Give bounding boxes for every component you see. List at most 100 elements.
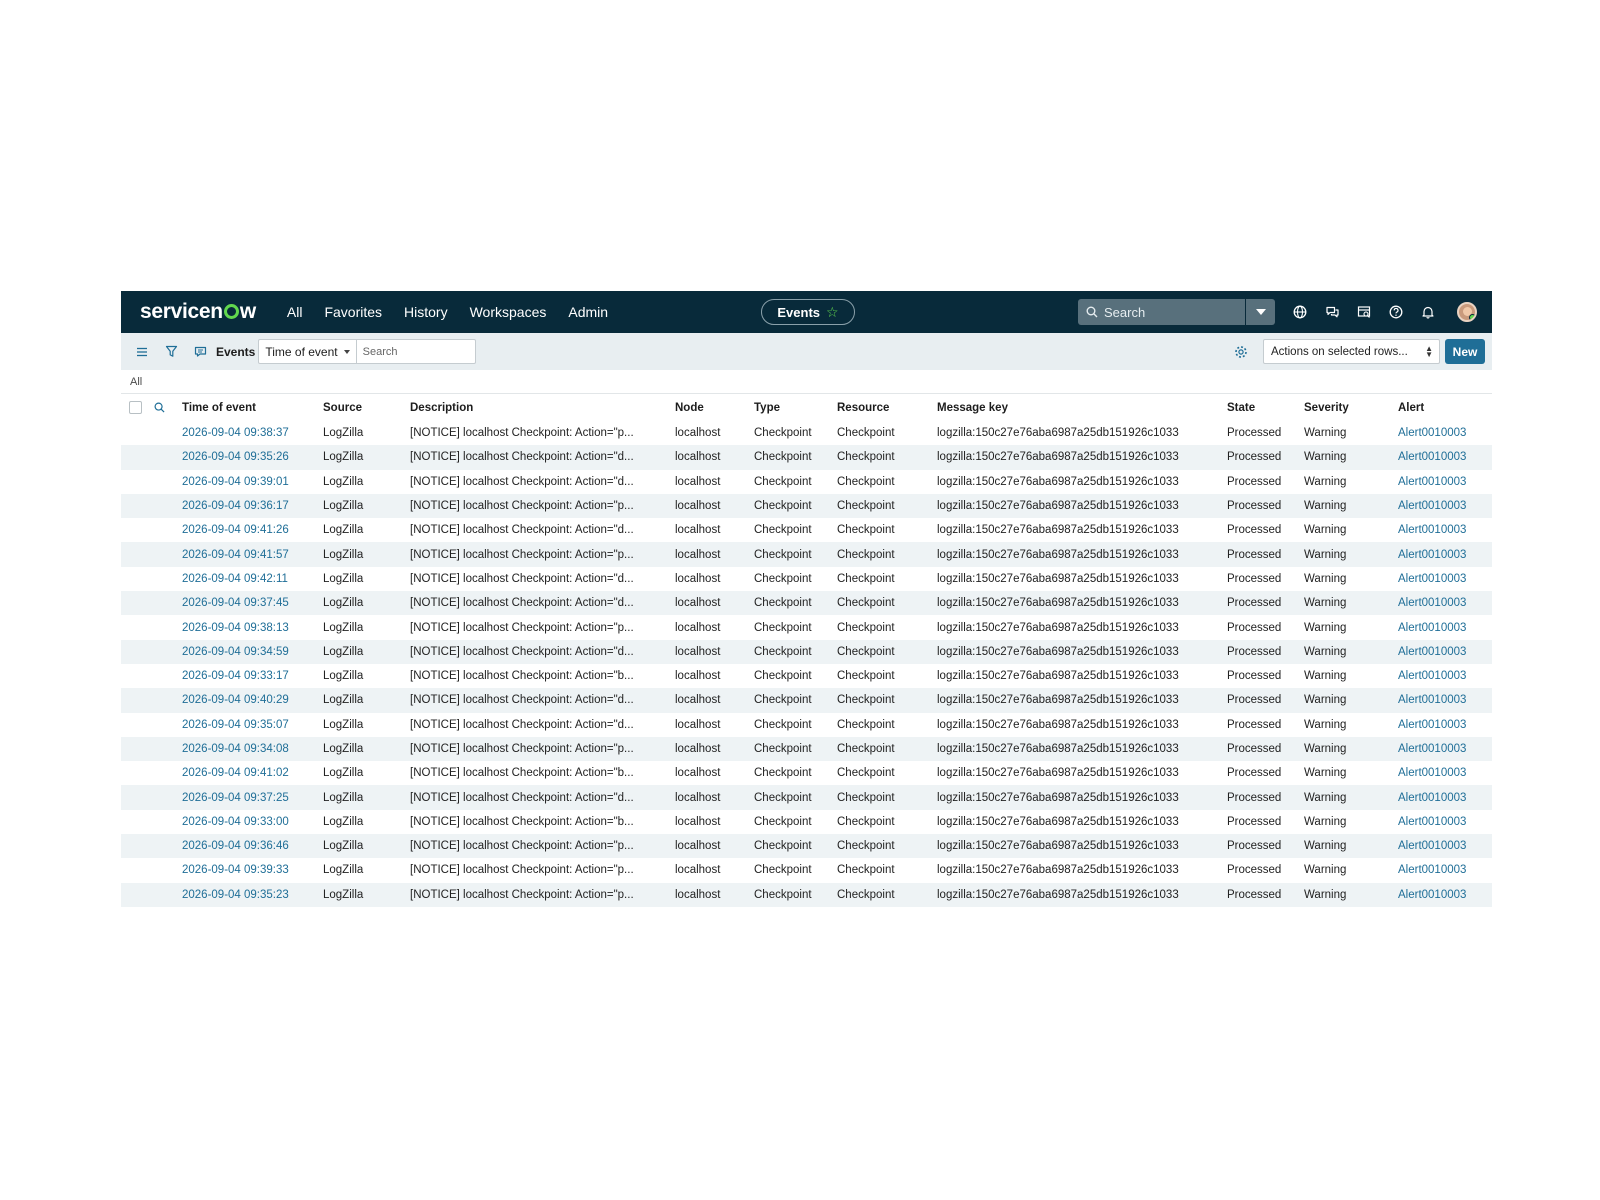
table-row[interactable]: 2026-09-04 09:35:26 LogZilla [NOTICE] loca… — [121, 445, 1492, 470]
column-header-alert[interactable]: Alert — [1398, 394, 1492, 421]
nav-workspaces[interactable]: Workspaces — [470, 304, 547, 320]
column-header-message-key[interactable]: Message key — [937, 394, 1227, 421]
cell-alert[interactable]: Alert0010003 — [1398, 470, 1492, 494]
cell-alert[interactable]: Alert0010003 — [1398, 810, 1492, 834]
table-row[interactable]: 2026-09-04 09:34:08 LogZilla [NOTICE] loca… — [121, 736, 1492, 762]
nav-favorites[interactable]: Favorites — [324, 304, 382, 320]
gear-icon[interactable] — [1233, 344, 1249, 360]
column-header-time-of-event[interactable]: Time of event — [182, 394, 323, 421]
chat-icon[interactable] — [1323, 303, 1341, 321]
cell-alert[interactable]: Alert0010003 — [1398, 713, 1492, 737]
cell-time-of-event[interactable]: 2026-09-04 09:35:07 — [182, 713, 323, 737]
cell-alert[interactable]: Alert0010003 — [1398, 736, 1492, 762]
cell-time-of-event[interactable]: 2026-09-04 09:38:13 — [182, 615, 323, 639]
table-row[interactable]: 2026-09-04 09:39:33 LogZilla [NOTICE] loca… — [121, 858, 1492, 882]
cell-time-of-event[interactable]: 2026-09-04 09:36:46 — [182, 834, 323, 859]
table-row[interactable]: 2026-09-04 09:41:57 LogZilla [NOTICE] loca… — [121, 542, 1492, 567]
column-search-icon[interactable] — [154, 402, 165, 413]
table-row[interactable]: 2026-09-04 09:35:23 LogZilla [NOTICE] loca… — [121, 882, 1492, 907]
cell-time-of-event[interactable]: 2026-09-04 09:39:33 — [182, 858, 323, 882]
cell-time-of-event[interactable]: 2026-09-04 09:36:17 — [182, 493, 323, 519]
cell-alert[interactable]: Alert0010003 — [1398, 542, 1492, 567]
cell-alert[interactable]: Alert0010003 — [1398, 639, 1492, 664]
table-row[interactable]: 2026-09-04 09:41:02 LogZilla [NOTICE] loca… — [121, 761, 1492, 785]
cell-alert[interactable]: Alert0010003 — [1398, 761, 1492, 785]
table-row[interactable]: 2026-09-04 09:33:17 LogZilla [NOTICE] loca… — [121, 664, 1492, 688]
bell-icon[interactable] — [1419, 303, 1437, 321]
actions-on-selected-rows-select[interactable]: Actions on selected rows... ▲ ▼ — [1263, 339, 1440, 364]
table-row[interactable]: 2026-09-04 09:34:59 LogZilla [NOTICE] loca… — [121, 639, 1492, 664]
global-search-box[interactable]: Search — [1078, 299, 1245, 325]
cell-alert[interactable]: Alert0010003 — [1398, 882, 1492, 907]
cell-alert[interactable]: Alert0010003 — [1398, 858, 1492, 882]
cell-alert[interactable]: Alert0010003 — [1398, 518, 1492, 542]
list-search-input[interactable] — [356, 339, 476, 364]
inbox-icon[interactable] — [1355, 303, 1373, 321]
breadcrumb-all[interactable]: All — [130, 376, 142, 388]
table-row[interactable]: 2026-09-04 09:33:00 LogZilla [NOTICE] loca… — [121, 810, 1492, 834]
cell-alert[interactable]: Alert0010003 — [1398, 688, 1492, 713]
table-row[interactable]: 2026-09-04 09:36:17 LogZilla [NOTICE] loca… — [121, 493, 1492, 519]
column-header-state[interactable]: State — [1227, 394, 1304, 421]
table-row[interactable]: 2026-09-04 09:39:01 LogZilla [NOTICE] loca… — [121, 470, 1492, 494]
cell-time-of-event[interactable]: 2026-09-04 09:40:29 — [182, 688, 323, 713]
nav-history[interactable]: History — [404, 304, 448, 320]
cell-alert[interactable]: Alert0010003 — [1398, 493, 1492, 519]
table-row[interactable]: 2026-09-04 09:37:25 LogZilla [NOTICE] loca… — [121, 785, 1492, 810]
cell-alert[interactable]: Alert0010003 — [1398, 591, 1492, 616]
context-pill-events[interactable]: Events ☆ — [761, 299, 855, 325]
cell-time-of-event[interactable]: 2026-09-04 09:35:23 — [182, 882, 323, 907]
table-row[interactable]: 2026-09-04 09:38:37 LogZilla [NOTICE] loca… — [121, 421, 1492, 445]
globe-icon[interactable] — [1291, 303, 1309, 321]
cell-time-of-event[interactable]: 2026-09-04 09:33:17 — [182, 664, 323, 688]
cell-time-of-event[interactable]: 2026-09-04 09:41:57 — [182, 542, 323, 567]
cell-time-of-event[interactable]: 2026-09-04 09:41:26 — [182, 518, 323, 542]
new-button[interactable]: New — [1445, 339, 1485, 364]
hamburger-menu-icon[interactable] — [134, 344, 150, 360]
search-scope-dropdown[interactable] — [1246, 299, 1275, 325]
servicenow-logo[interactable]: servicen w — [140, 300, 256, 324]
column-header-severity[interactable]: Severity — [1304, 394, 1398, 421]
table-row[interactable]: 2026-09-04 09:35:07 LogZilla [NOTICE] loca… — [121, 713, 1492, 737]
nav-all[interactable]: All — [287, 304, 303, 320]
cell-time-of-event[interactable]: 2026-09-04 09:39:01 — [182, 470, 323, 494]
cell-alert[interactable]: Alert0010003 — [1398, 785, 1492, 810]
cell-alert[interactable]: Alert0010003 — [1398, 567, 1492, 591]
cell-time-of-event[interactable]: 2026-09-04 09:42:11 — [182, 567, 323, 591]
table-row[interactable]: 2026-09-04 09:40:29 LogZilla [NOTICE] loca… — [121, 688, 1492, 713]
help-icon[interactable] — [1387, 303, 1405, 321]
cell-time-of-event[interactable]: 2026-09-04 09:41:02 — [182, 761, 323, 785]
cell-time-of-event[interactable]: 2026-09-04 09:34:08 — [182, 736, 323, 762]
cell-node: localhost — [675, 864, 721, 877]
nav-admin[interactable]: Admin — [568, 304, 608, 320]
cell-alert[interactable]: Alert0010003 — [1398, 664, 1492, 688]
cell-time-of-event[interactable]: 2026-09-04 09:34:59 — [182, 639, 323, 664]
cell-alert[interactable]: Alert0010003 — [1398, 445, 1492, 470]
cell-alert[interactable]: Alert0010003 — [1398, 421, 1492, 445]
column-header-type[interactable]: Type — [754, 394, 837, 421]
cell-resource: Checkpoint — [837, 736, 937, 762]
column-header-resource[interactable]: Resource — [837, 394, 937, 421]
search-field-select[interactable]: Time of event — [258, 339, 357, 364]
table-row[interactable]: 2026-09-04 09:38:13 LogZilla [NOTICE] loca… — [121, 615, 1492, 639]
cell-time-of-event[interactable]: 2026-09-04 09:37:45 — [182, 591, 323, 616]
cell-time-of-event[interactable]: 2026-09-04 09:35:26 — [182, 445, 323, 470]
table-row[interactable]: 2026-09-04 09:36:46 LogZilla [NOTICE] loca… — [121, 834, 1492, 859]
cell-time-of-event[interactable]: 2026-09-04 09:33:00 — [182, 810, 323, 834]
table-row[interactable]: 2026-09-04 09:41:26 LogZilla [NOTICE] loca… — [121, 518, 1492, 542]
cell-time-of-event[interactable]: 2026-09-04 09:38:37 — [182, 421, 323, 445]
select-all-checkbox[interactable] — [129, 401, 142, 414]
cell-time-of-event[interactable]: 2026-09-04 09:37:25 — [182, 785, 323, 810]
filter-icon[interactable] — [163, 344, 179, 360]
cell-type: Checkpoint — [754, 864, 812, 877]
table-row[interactable]: 2026-09-04 09:37:45 LogZilla [NOTICE] loca… — [121, 591, 1492, 616]
cell-alert[interactable]: Alert0010003 — [1398, 615, 1492, 639]
list-context-icon[interactable] — [192, 344, 208, 360]
table-row[interactable]: 2026-09-04 09:42:11 LogZilla [NOTICE] loca… — [121, 567, 1492, 591]
column-header-node[interactable]: Node — [675, 394, 754, 421]
column-header-source[interactable]: Source — [323, 394, 410, 421]
cell-alert[interactable]: Alert0010003 — [1398, 834, 1492, 859]
star-icon[interactable]: ☆ — [826, 304, 839, 321]
user-avatar[interactable] — [1457, 302, 1477, 322]
column-header-description[interactable]: Description — [410, 394, 675, 421]
